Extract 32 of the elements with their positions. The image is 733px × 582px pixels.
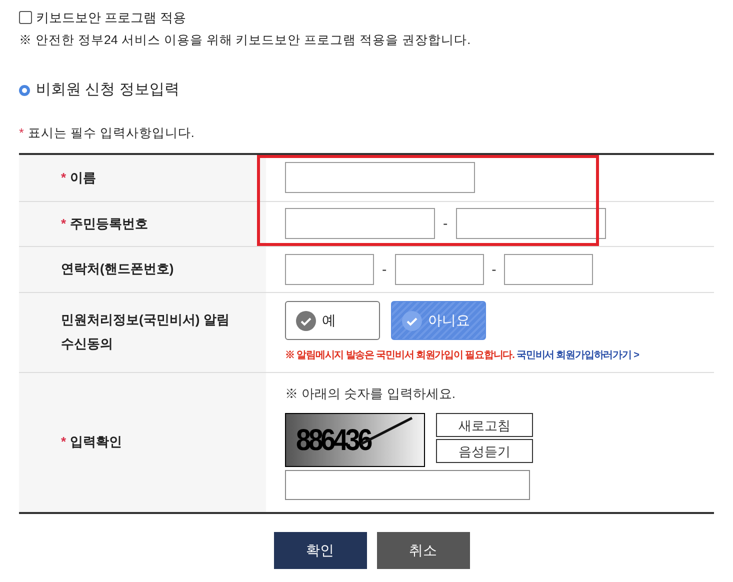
- checkbox[interactable]: [19, 11, 32, 24]
- separator: -: [492, 260, 496, 278]
- warning-text: ※ 알림메시지 발송은 국민비서 회원가입이 필요합니다.: [285, 350, 514, 361]
- input-field[interactable]: [504, 254, 594, 284]
- input-field[interactable]: [394, 254, 484, 284]
- separator: -: [443, 214, 448, 233]
- field-label: 연락처(핸드폰번호): [61, 260, 174, 278]
- check-icon: [402, 310, 422, 330]
- signup-link[interactable]: 국민비서 회원가입하러가기 >: [516, 350, 639, 361]
- captcha-hint: ※ 아래의 숫자를 입력하세요.: [285, 384, 456, 403]
- security-note: ※ 안전한 정부24 서비스 이용을 위해 키보드보안 프로그램 적용을 권장합니다.: [19, 32, 472, 48]
- field-label: * 주민등록번호: [61, 214, 148, 232]
- field-label: * 이름: [61, 168, 96, 186]
- field-label: * 입력확인: [61, 433, 122, 451]
- required-note: * 표시는 필수 입력사항입니다.: [19, 124, 196, 142]
- input-field[interactable]: [285, 162, 475, 193]
- separator: -: [382, 260, 387, 278]
- field-label: 민원처리정보(국민비서) 알림수신동의: [61, 311, 230, 353]
- input-field[interactable]: [285, 470, 530, 500]
- section-title: 비회원 신청 정보입력: [36, 80, 180, 100]
- captcha-button[interactable]: 새로고침: [436, 413, 533, 438]
- action-button[interactable]: 취소: [376, 532, 470, 568]
- option-button[interactable]: 예: [285, 301, 380, 340]
- input-field[interactable]: [285, 208, 435, 239]
- captcha-image: 886436: [285, 413, 425, 468]
- input-field[interactable]: [456, 208, 606, 239]
- checkbox-label: 키보드보안 프로그램 적용: [36, 9, 186, 27]
- captcha-button[interactable]: 음성듣기: [436, 439, 533, 464]
- input-field[interactable]: [285, 254, 374, 284]
- check-icon: [296, 310, 316, 330]
- action-button[interactable]: 확인: [274, 532, 366, 568]
- bullet-icon: [19, 85, 30, 96]
